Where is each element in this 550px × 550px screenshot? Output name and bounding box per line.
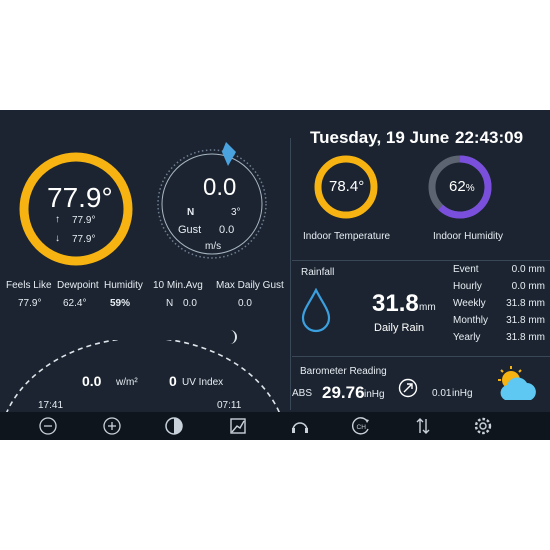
outdoor-low: 77.9° <box>72 234 96 245</box>
rain-monthly-value: 31.8 mm <box>506 315 545 326</box>
wind-avg-label: 10 Min.Avg <box>153 280 203 291</box>
rain-row-yearly: Yearly 31.8 mm <box>453 332 545 349</box>
graph-icon <box>230 418 246 434</box>
indoor-temperature-label: Indoor Temperature <box>303 231 391 242</box>
sort-button[interactable] <box>412 415 434 437</box>
humidity-label: Humidity <box>104 280 143 291</box>
vertical-divider <box>290 138 291 410</box>
contrast-button[interactable] <box>163 415 185 437</box>
pressure-trend-unit: inHg <box>452 388 473 399</box>
zoom-out-button[interactable] <box>37 415 59 437</box>
solar-radiation-unit: w/m² <box>116 377 138 388</box>
settings-button[interactable] <box>472 415 494 437</box>
rain-event-value: 0.0 mm <box>511 264 545 275</box>
rain-event-label: Event <box>453 264 479 275</box>
rain-row-weekly: Weekly 31.8 mm <box>453 298 545 315</box>
partly-cloudy-icon <box>498 366 536 400</box>
feels-like-label: Feels Like <box>6 280 52 291</box>
gear-icon <box>474 417 492 435</box>
pressure-trend-value: 0.01 <box>432 388 452 399</box>
max-gust-label: Max Daily Gust <box>216 280 284 291</box>
outdoor-high: 77.9° <box>72 215 96 226</box>
rain-weekly-label: Weekly <box>453 298 486 309</box>
barometer-abs-label: ABS <box>292 388 313 399</box>
outdoor-temperature: 77.9° <box>47 182 113 213</box>
daily-rain-unit: mm <box>419 302 436 313</box>
barometer-top-divider <box>292 356 550 357</box>
rain-hourly-label: Hourly <box>453 281 482 292</box>
sound-button[interactable] <box>289 415 311 437</box>
indoor-temperature: 78.4° <box>329 178 365 195</box>
rain-top-divider <box>292 260 550 261</box>
graph-button[interactable] <box>227 415 249 437</box>
daily-rain-value: 31.8 <box>372 290 419 317</box>
indoor-humidity-label: Indoor Humidity <box>433 231 504 242</box>
header-date: Tuesday, 19 June <box>310 128 450 147</box>
plus-icon <box>103 417 121 435</box>
wind-unit: m/s <box>205 241 222 252</box>
barometer-title: Barometer Reading <box>300 366 387 377</box>
zoom-in-button[interactable] <box>101 415 123 437</box>
gust-value: 0.0 <box>219 224 235 236</box>
rain-row-event: Event 0.0 mm <box>453 264 545 281</box>
channel-icon: CH <box>352 417 369 435</box>
rain-row-hourly: Hourly 0.0 mm <box>453 281 545 298</box>
wind-direction-pointer <box>222 142 236 166</box>
header-time: 22:43:09 <box>455 128 524 147</box>
rain-yearly-label: Yearly <box>453 332 481 343</box>
rain-drop-icon <box>301 288 331 333</box>
rain-row-monthly: Monthly 31.8 mm <box>453 315 545 332</box>
gust-label: Gust <box>178 224 202 236</box>
outdoor-high-arrow: ↑ <box>55 214 60 225</box>
wind-degrees: 3° <box>231 207 241 218</box>
daily-rain-caption: Daily Rain <box>374 322 425 334</box>
headset-icon <box>292 422 308 433</box>
contrast-icon <box>165 417 183 435</box>
rain-yearly-value: 31.8 mm <box>506 332 545 343</box>
indoor-humidity-unit: % <box>465 183 475 194</box>
max-gust-value: 0.0 <box>238 298 252 309</box>
feels-like-value: 77.9° <box>18 298 42 309</box>
sunrise-time: 17:41 <box>38 400 64 411</box>
indoor-humidity-number: 62 <box>449 178 466 195</box>
rain-table: Event 0.0 mm Hourly 0.0 mm Weekly 31.8 m… <box>453 264 545 349</box>
channel-button[interactable]: CH <box>350 415 372 437</box>
pressure-trend-icon <box>398 378 418 398</box>
weather-station-screen: Tuesday, 19 June 22:43:09 77.9° ↑ 77.9° … <box>0 110 550 440</box>
barometer-unit: inHg <box>364 389 385 400</box>
rain-hourly-value: 0.0 mm <box>511 281 545 292</box>
bottom-toolbar: CH <box>0 412 550 440</box>
humidity-value: 59% <box>110 298 131 309</box>
minus-icon <box>39 417 57 435</box>
sort-icon <box>416 418 430 434</box>
indoor-humidity-value: 62% <box>449 178 475 195</box>
wind-direction: N <box>187 207 195 218</box>
uv-index-value: 0 <box>169 373 177 389</box>
barometer-value: 29.76 <box>322 383 365 402</box>
wind-avg-value: 0.0 <box>183 298 197 309</box>
sunset-time: 07:11 <box>217 400 242 411</box>
rain-monthly-label: Monthly <box>453 315 489 326</box>
solar-radiation: 0.0 <box>82 373 102 389</box>
dewpoint-value: 62.4° <box>63 298 87 309</box>
dewpoint-label: Dewpoint <box>57 280 99 291</box>
rainfall-title: Rainfall <box>301 267 335 278</box>
rain-weekly-value: 31.8 mm <box>506 298 545 309</box>
wind-avg-direction: N <box>166 298 174 309</box>
channel-text: CH <box>357 424 367 431</box>
outdoor-low-arrow: ↓ <box>55 233 60 244</box>
wind-speed: 0.0 <box>203 174 237 201</box>
uv-index-label: UV Index <box>182 377 224 388</box>
